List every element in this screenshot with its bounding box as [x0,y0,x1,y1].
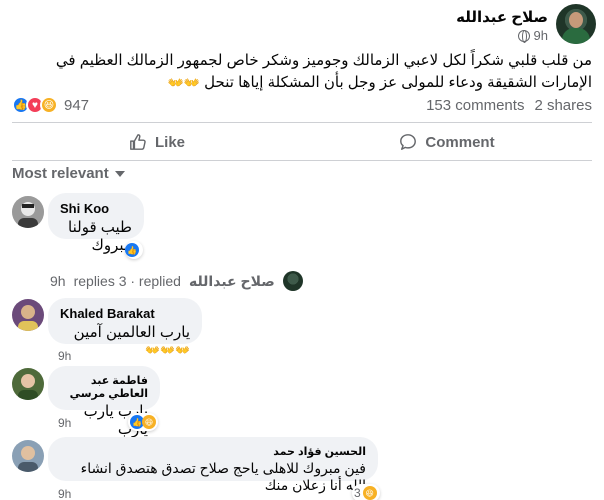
commenter-avatar[interactable] [12,299,44,331]
comment-bubble: فاطمة عبد العاطي مرسي يارب يارب يارب [48,366,160,438]
comments-count[interactable]: 153 comments [426,97,524,114]
reply-author-avatar [282,271,303,291]
post-author-name[interactable]: صلاح عبدالله [456,8,548,26]
reactions-count[interactable]: 947 [64,97,89,114]
comment-time[interactable]: 9h [58,487,71,500]
view-replies[interactable]: 9h replies 3 · replied صلاح عبدالله [50,271,303,291]
reaction-count: 3 [354,486,361,500]
comment-time[interactable]: 9h [58,416,71,430]
comment-text: طيب قولنا مبروك [68,219,132,254]
like-label: Like [154,133,185,151]
comment-label: Comment [425,133,495,151]
divider [12,160,592,161]
globe-icon [517,29,530,43]
comment-bubble: Khaled Barakat يارب العالمين آمين 👐👐👐 [48,298,202,357]
divider [12,122,592,123]
comment-bubble: الحسين فؤاد حمد فين مبروك للاهلى ياحج صل… [48,437,378,493]
comment-text-main: يارب العالمين آمين [73,324,190,341]
commenter-avatar[interactable] [12,440,44,472]
comment-icon [400,134,417,150]
thumbs-up-icon [130,134,146,150]
comment-author[interactable]: فاطمة عبد العاطي مرسي [60,374,148,400]
open-hands-emoji: 👐👐 [167,75,200,90]
comment-reactions[interactable]: 3 😆 [352,484,380,500]
shares-count[interactable]: 2 shares [534,97,592,114]
post-actions: Like Comment [12,126,592,158]
sort-label: Most relevant [12,165,109,182]
post-meta: 9h [517,28,548,43]
comment-reactions[interactable]: 👍 😆 [128,413,158,431]
comment-time[interactable]: 9h [58,349,71,363]
haha-reaction-icon: 😆 [40,96,58,114]
comment-author[interactable]: الحسين فؤاد حمد [60,445,366,458]
sort-comments-dropdown[interactable]: Most relevant [12,165,125,182]
replies-label: replies 3 · replied [73,273,181,289]
open-hands-emoji: 👐👐👐 [145,343,190,357]
post-body: من قلب قلبي شكراً لكل لاعبي الزمالك وجوم… [14,50,592,94]
like-button[interactable]: Like [12,126,302,158]
comment-text: فين مبروك للاهلى ياحج صلاح تصدق هتصدق ان… [80,460,366,493]
replies-author: صلاح عبدالله [188,272,275,289]
replies-time: 9h [50,273,66,289]
haha-reaction-icon: 😆 [362,486,377,500]
commenter-avatar[interactable] [12,196,44,228]
comment-reactions[interactable]: 👍 [125,241,143,259]
comment-author[interactable]: Khaled Barakat [60,306,190,321]
comment-button[interactable]: Comment [302,126,592,158]
caret-down-icon [114,170,125,177]
reactions-summary: 👍 ♥ 😆 947 153 comments 2 shares [12,94,592,116]
like-reaction-icon: 👍 [125,243,139,257]
comment-bubble: Shi Koo طيب قولنا مبروك [48,193,144,254]
commenter-avatar[interactable] [12,368,44,400]
post-text: من قلب قلبي شكراً لكل لاعبي الزمالك وجوم… [55,52,592,91]
post-author-avatar[interactable] [556,4,596,44]
reaction-icons[interactable]: 👍 ♥ 😆 947 [12,96,89,114]
post-time[interactable]: 9h [534,28,548,43]
comment-text: يارب العالمين آمين 👐👐👐 [60,323,190,358]
haha-reaction-icon: 😆 [142,415,156,429]
comment-author[interactable]: Shi Koo [60,201,132,216]
